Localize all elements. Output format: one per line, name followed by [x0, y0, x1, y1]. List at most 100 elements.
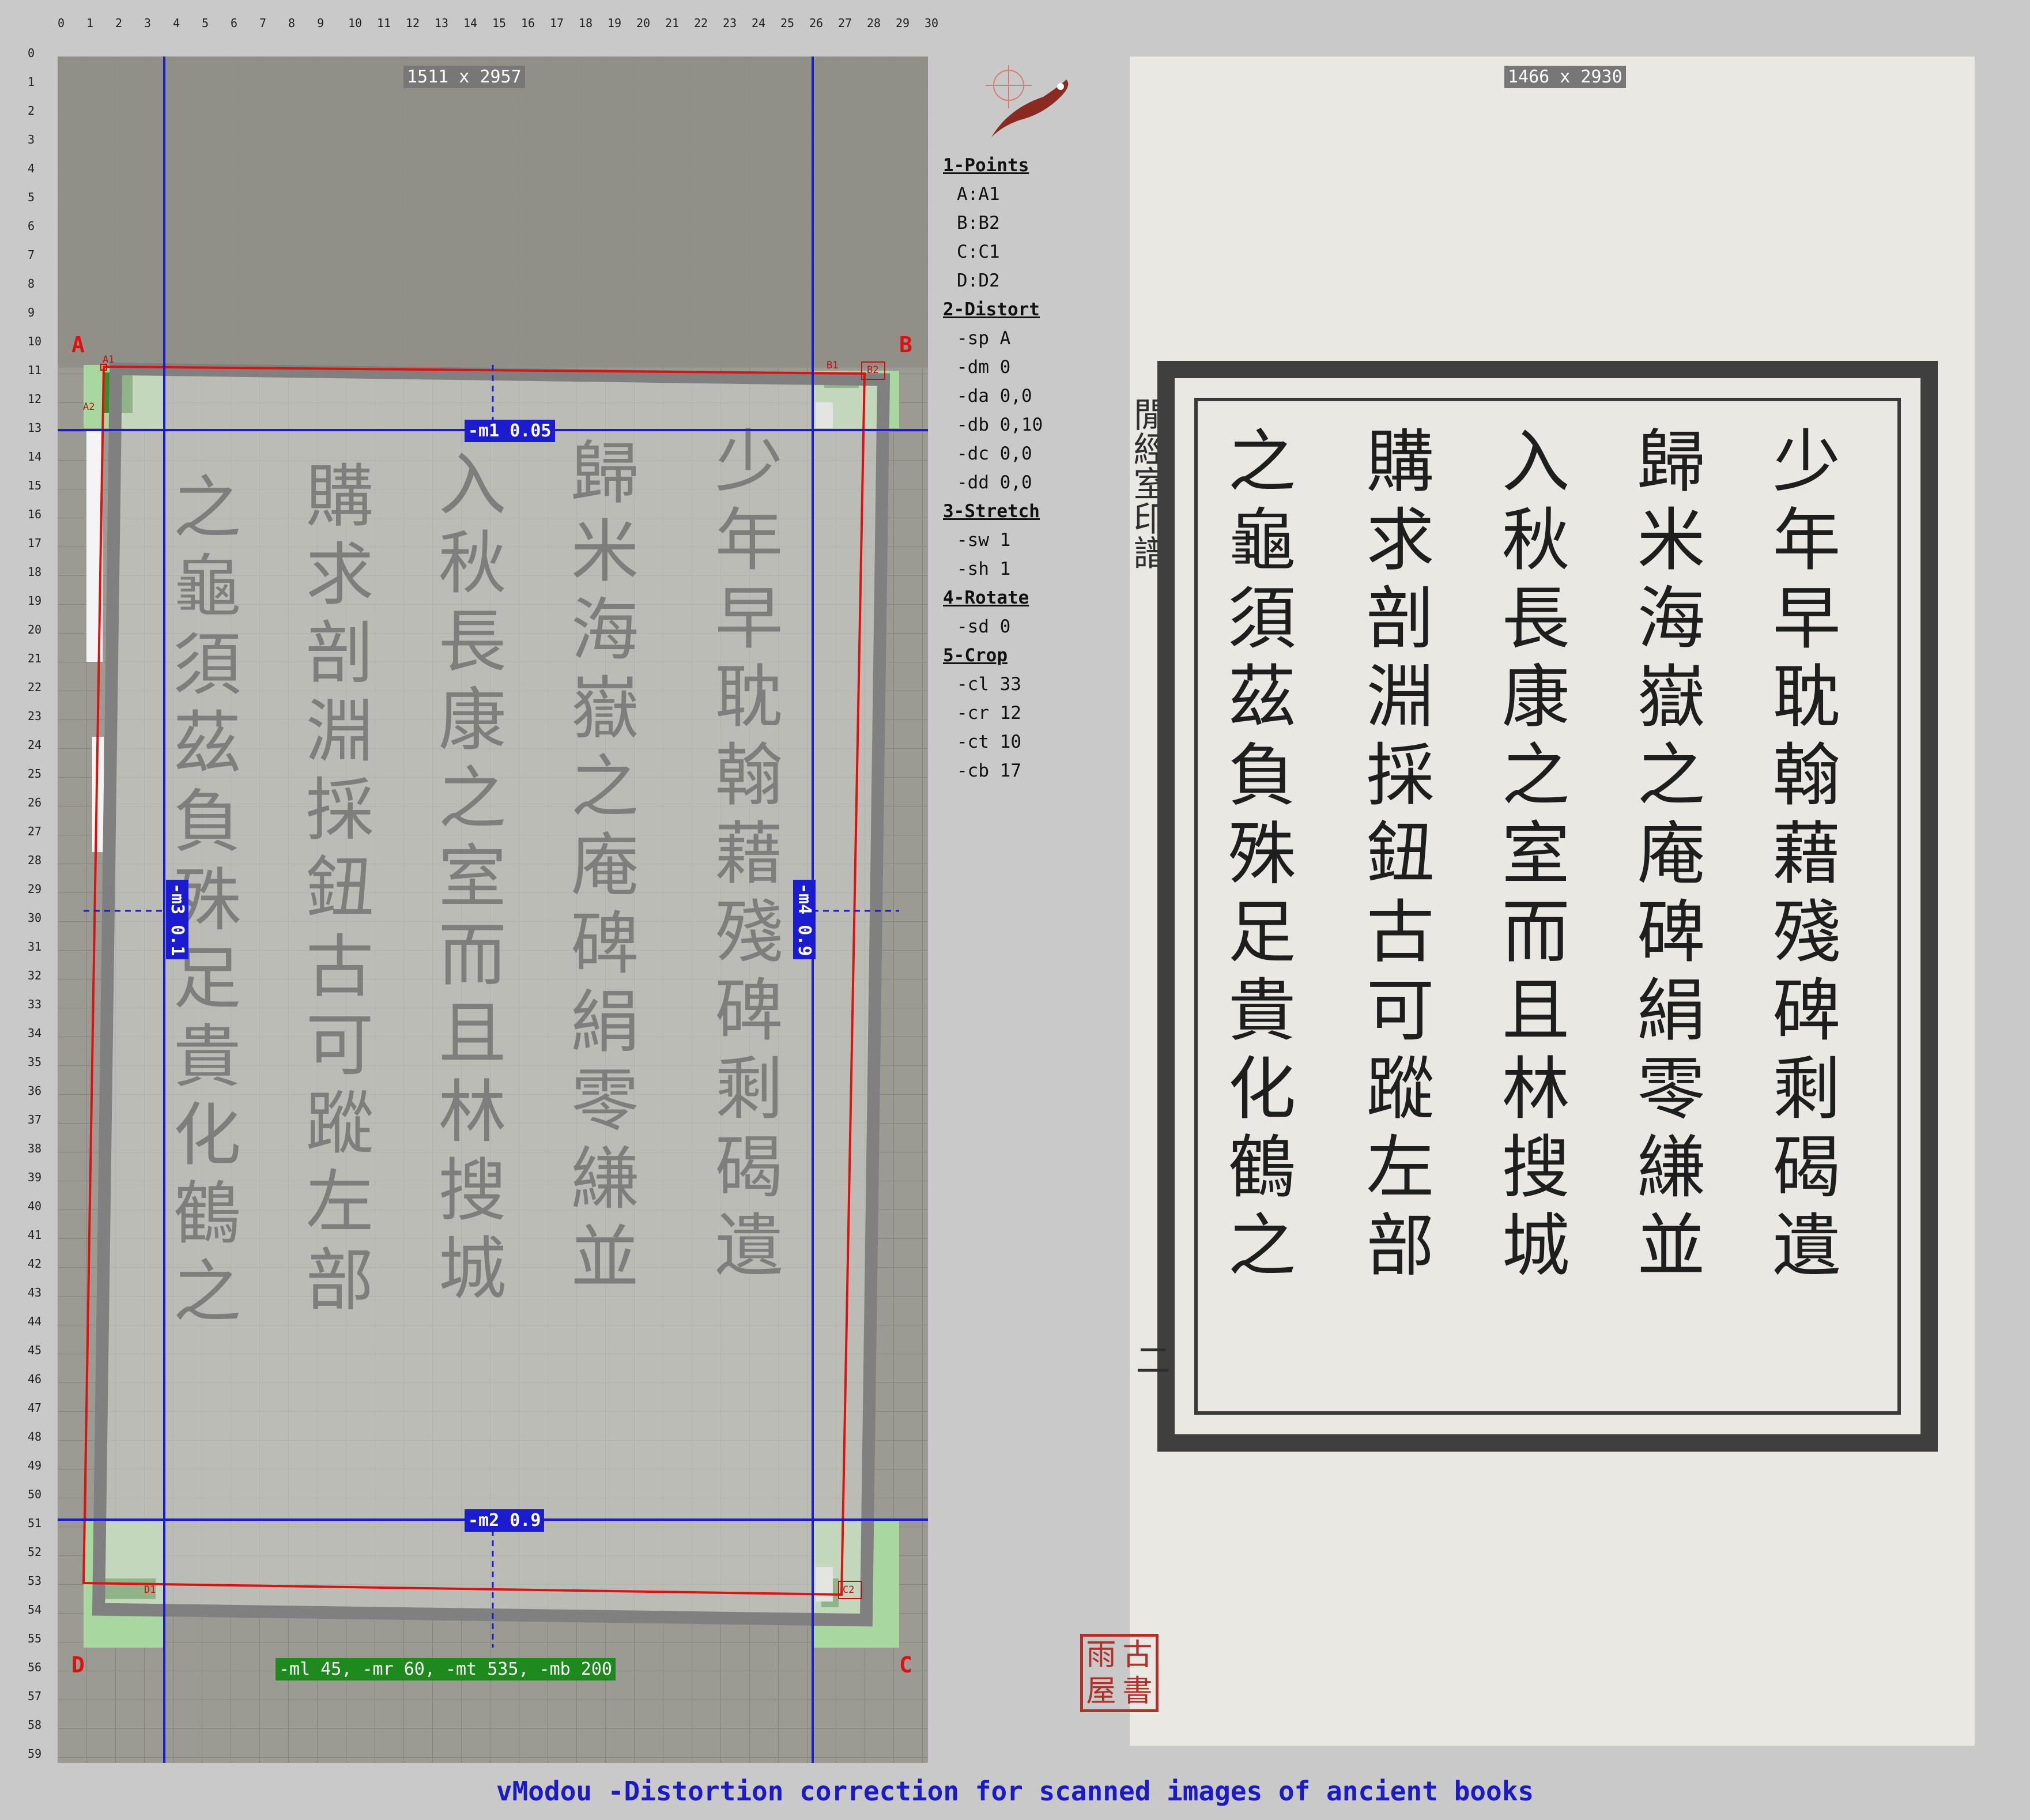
ruler-y-label: 37 — [28, 1113, 42, 1126]
menu-option[interactable]: -cl 33 — [943, 670, 1127, 699]
ruler-x-label: 5 — [201, 16, 209, 30]
ruler-x-label: 14 — [463, 16, 478, 30]
ruler-y-label: 36 — [28, 1084, 42, 1098]
menu-option[interactable]: -cb 17 — [943, 756, 1127, 785]
ruler-y-label: 31 — [28, 940, 42, 954]
ruler-x-label: 11 — [376, 16, 391, 30]
menu-option[interactable]: -da 0,0 — [943, 382, 1127, 410]
menu-option[interactable]: -sw 1 — [943, 526, 1127, 555]
menu-option[interactable]: -sh 1 — [943, 555, 1127, 583]
margin-m3-label[interactable]: -m3 0.1 — [166, 880, 188, 960]
ruler-y-label: 18 — [28, 565, 42, 579]
ruler-y-label: 6 — [28, 219, 35, 233]
ruler-x-label: 22 — [693, 16, 708, 30]
menu-section-crop[interactable]: 5-Crop — [943, 641, 1127, 670]
menu-section-points[interactable]: 1-Points — [943, 151, 1127, 180]
menu-option[interactable]: -dc 0,0 — [943, 439, 1127, 468]
corner-label-a[interactable]: A — [71, 332, 85, 357]
margin-m1-label[interactable]: -m1 0.05 — [465, 420, 555, 442]
corner-label-b[interactable]: B — [899, 332, 912, 357]
ruler-x-label: 23 — [722, 16, 737, 30]
ruler-x-label: 29 — [895, 16, 910, 30]
ruler-y-label: 43 — [28, 1286, 42, 1299]
app-title: vModou -Distortion correction for scanne… — [496, 1776, 1534, 1807]
corrected-output-panel[interactable]: 1466 x 2930 閒經室印譜 少年早耽翰藉殘碑剩碣遺 歸米海嶽之庵碑絹零縑… — [1127, 56, 1975, 1746]
menu-option[interactable]: -cr 12 — [943, 699, 1127, 728]
ruler-x-label: 27 — [837, 16, 852, 30]
ruler-y-label: 9 — [28, 306, 35, 319]
menu-option[interactable]: C:C1 — [943, 238, 1127, 266]
ruler-y-label: 28 — [28, 853, 42, 867]
ruler-x-label: 12 — [405, 16, 420, 30]
ruler-y-label: 45 — [28, 1343, 42, 1357]
ruler-y-label: 23 — [28, 709, 42, 723]
ruler-y-label: 5 — [28, 190, 35, 204]
ruler-x-label: 19 — [607, 16, 622, 30]
ruler-y-label: 32 — [28, 969, 42, 982]
ruler-y-label: 13 — [28, 421, 42, 435]
ruler-y-label: 55 — [28, 1631, 42, 1645]
parameter-menu: 1-Points A:A1 B:B2 C:C1 D:D2 2-Distort -… — [943, 151, 1127, 785]
ruler-y-label: 59 — [28, 1747, 42, 1761]
ruler-y-label: 39 — [28, 1170, 42, 1184]
ruler-y-label: 11 — [28, 363, 42, 377]
margin-m2-label[interactable]: -m2 0.9 — [465, 1509, 545, 1532]
ruler-y-label: 42 — [28, 1257, 42, 1271]
ruler-y-label: 22 — [28, 680, 42, 694]
point-label-d1: D1 — [144, 1584, 156, 1596]
ruler-y-label: 51 — [28, 1516, 42, 1530]
ruler-x-label: 6 — [230, 16, 238, 30]
ruler-y-label: 1 — [28, 75, 35, 89]
menu-section-rotate[interactable]: 4-Rotate — [943, 583, 1127, 612]
text-column: 少年早耽翰藉殘碑剩碣遺 — [1761, 425, 1840, 1288]
ruler-x-label: 30 — [924, 16, 939, 30]
point-label-a1: A1 — [103, 354, 115, 365]
ruler-y-label: 47 — [28, 1401, 42, 1415]
seal-character: 屋 — [1086, 1674, 1116, 1709]
menu-option[interactable]: -dd 0,0 — [943, 468, 1127, 497]
menu-option[interactable]: B:B2 — [943, 209, 1127, 238]
ruler-x-label: 9 — [316, 16, 325, 30]
crop-quadrilateral — [82, 365, 866, 1596]
menu-option[interactable]: A:A1 — [943, 180, 1127, 209]
ruler-y-label: 12 — [28, 392, 42, 406]
menu-section-distort[interactable]: 2-Distort — [943, 295, 1127, 324]
menu-option[interactable]: -ct 10 — [943, 728, 1127, 756]
menu-option[interactable]: -db 0,10 — [943, 410, 1127, 439]
ruler-x-label: 20 — [636, 16, 651, 30]
ruler-y-label: 58 — [28, 1718, 42, 1732]
ruler-y-label: 24 — [28, 738, 42, 752]
ruler-x-label: 10 — [348, 16, 363, 30]
ruler-y-label: 40 — [28, 1199, 42, 1213]
source-scan-panel[interactable]: 少年早耽翰藉殘碑剩碣遺 歸米海嶽之庵碑絹零縑並 入秋長康之室而且林搜城 購求剖淵… — [58, 56, 928, 1763]
ruler-y-label: 56 — [28, 1660, 42, 1674]
ruler-y-label: 8 — [28, 277, 35, 291]
margin-m4-label[interactable]: -m4 0.9 — [793, 880, 816, 960]
text-column: 歸米海嶽之庵碑絹零縑並 — [1625, 425, 1705, 1288]
ruler-x-label: 7 — [259, 16, 267, 30]
ruler-x-label: 15 — [492, 16, 507, 30]
point-label-a2: A2 — [83, 401, 95, 413]
ruler-y-label: 46 — [28, 1372, 42, 1386]
ruler-y-label: 44 — [28, 1314, 42, 1328]
ruler-y-label: 49 — [28, 1459, 42, 1472]
ruler-x-label: 24 — [751, 16, 766, 30]
corner-label-d[interactable]: D — [71, 1652, 85, 1678]
seal-character: 雨 — [1086, 1637, 1116, 1672]
menu-option[interactable]: -sp A — [943, 324, 1127, 353]
text-column: 購求剖淵採鈕古可蹤左部 — [1354, 425, 1434, 1288]
menu-option[interactable]: -sd 0 — [943, 612, 1127, 641]
ruler-y-label: 29 — [28, 882, 42, 896]
menu-option[interactable]: -dm 0 — [943, 353, 1127, 382]
menu-option[interactable]: D:D2 — [943, 266, 1127, 295]
ruler-y-label: 33 — [28, 997, 42, 1011]
ruler-y-label: 21 — [28, 651, 42, 665]
ruler-y-label: 0 — [28, 46, 35, 60]
ruler-y-label: 14 — [28, 450, 42, 464]
ruler-x-label: 21 — [665, 16, 680, 30]
ruler-y-label: 30 — [28, 911, 42, 925]
ruler-y-label: 57 — [28, 1689, 42, 1703]
ruler-y-label: 52 — [28, 1545, 42, 1559]
corner-label-c[interactable]: C — [899, 1652, 912, 1678]
menu-section-stretch[interactable]: 3-Stretch — [943, 497, 1127, 526]
